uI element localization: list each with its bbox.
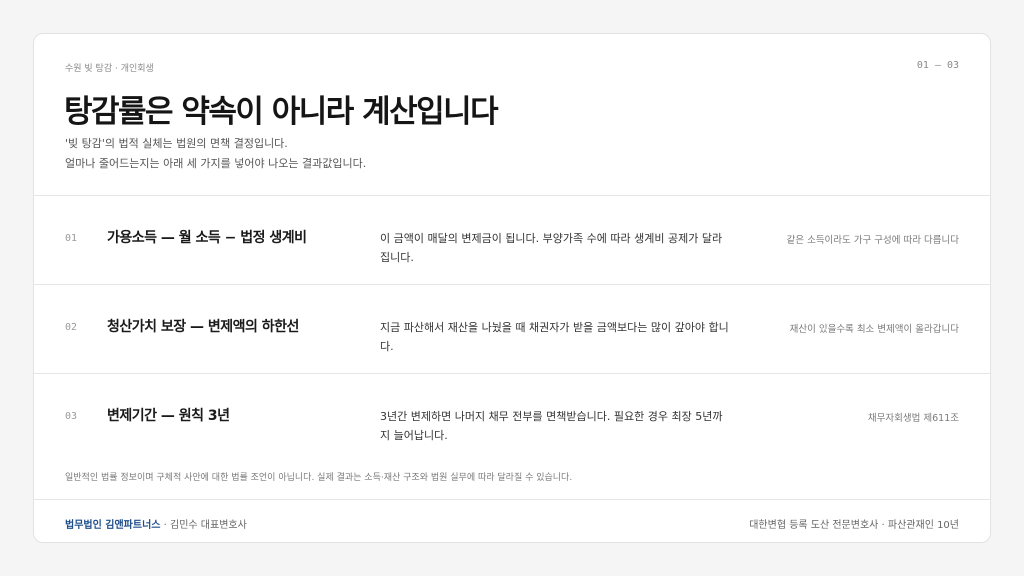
row-body: 3년간 변제하면 나머지 채무 전부를 면책받습니다. 필요한 경우 최장 5년… xyxy=(380,410,723,442)
row-body: 이 금액이 매달의 변제금이 됩니다. 부양가족 수에 따라 생계비 공제가 달… xyxy=(380,232,723,264)
page-indicator: 01 — 03 xyxy=(916,60,959,71)
content-card: 수원 빚 탕감 · 개인회생 01 — 03 탕감률은 약속이 아니라 계산입니… xyxy=(33,33,991,543)
firm-info: 법무법인 김앤파트너스 · 김민수 대표변호사 xyxy=(65,516,247,531)
footer: 법무법인 김앤파트너스 · 김민수 대표변호사 대한변협 등록 도산 전문변호사… xyxy=(34,499,990,542)
row-note: 같은 소득이라도 가구 구성에 따라 다릅니다 xyxy=(786,235,959,246)
eyebrow-label: 수원 빚 탕감 · 개인회생 xyxy=(65,64,154,74)
disclaimer: 일반적인 법률 정보이며 구체적 사안에 대한 법률 조언이 아닙니다. 실제 … xyxy=(65,473,573,483)
credentials: 대한변협 등록 도산 전문변호사 · 파산관재인 10년 xyxy=(749,520,959,531)
row-title: 청산가치 보장 — 변제액의 하한선 xyxy=(107,319,299,335)
factor-row-2: 02 청산가치 보장 — 변제액의 하한선 지금 파산해서 재산을 나눴을 때 … xyxy=(34,285,990,374)
row-body: 지금 파산해서 재산을 나눴을 때 채권자가 받을 금액보다는 많이 갚아야 합… xyxy=(380,321,729,353)
description-line-2: 얼마나 줄어드는지는 아래 세 가지를 넣어야 나오는 결과값입니다. xyxy=(65,157,367,170)
row-note: 채무자회생법 제611조 xyxy=(867,413,959,424)
header-section: 수원 빚 탕감 · 개인회생 01 — 03 탕감률은 약속이 아니라 계산입니… xyxy=(34,34,990,196)
firm-representative: · 김민수 대표변호사 xyxy=(160,520,247,531)
row-number: 03 xyxy=(65,411,78,422)
firm-name: 법무법인 김앤파트너스 xyxy=(65,520,161,531)
row-number: 01 xyxy=(65,233,78,244)
page-title: 탕감률은 약속이 아니라 계산입니다 xyxy=(64,94,499,130)
description: '빚 탕감'의 법적 실체는 법원의 면책 결정입니다. 얼마나 줄어드는지는 … xyxy=(65,134,366,174)
row-title: 변제기간 — 원칙 3년 xyxy=(107,408,230,424)
row-note: 재산이 있을수록 최소 변제액이 올라갑니다 xyxy=(789,324,959,335)
factor-row-3: 03 변제기간 — 원칙 3년 3년간 변제하면 나머지 채무 전부를 면책받습… xyxy=(34,374,990,463)
row-title: 가용소득 — 월 소득 − 법정 생계비 xyxy=(107,230,307,246)
factor-row-1: 01 가용소득 — 월 소득 − 법정 생계비 이 금액이 매달의 변제금이 됩… xyxy=(34,196,990,285)
row-number: 02 xyxy=(65,322,78,333)
description-line-1: '빚 탕감'의 법적 실체는 법원의 면책 결정입니다. xyxy=(65,137,288,150)
